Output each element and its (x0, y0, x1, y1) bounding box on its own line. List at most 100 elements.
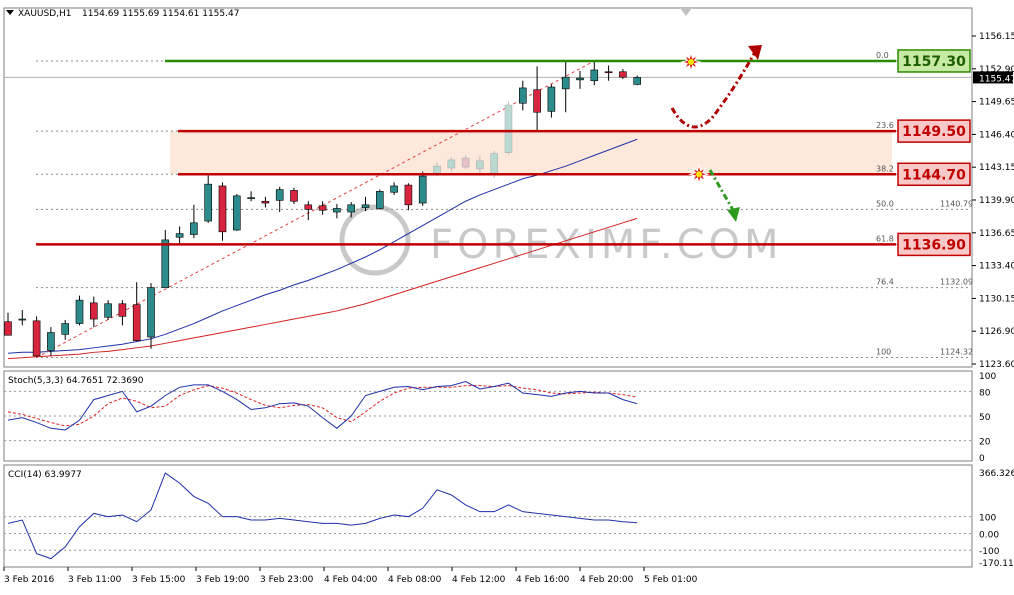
current-price-label: 1155.47 (979, 74, 1014, 84)
candle-body[interactable] (604, 71, 613, 74)
candle-body[interactable] (4, 321, 12, 336)
symbol-label: XAUUSD,H1 (18, 9, 72, 19)
candle-body[interactable] (147, 287, 155, 338)
candle-body[interactable] (233, 195, 241, 231)
candle-body[interactable] (61, 323, 70, 335)
cci-axis-label: 366.3268 (979, 469, 1014, 479)
candle-body[interactable] (533, 89, 541, 113)
price-axis-label: 1136.65 (979, 229, 1014, 239)
breakout-marker-high-core (688, 58, 694, 65)
ohlc-readout: 1154.69 1155.69 1154.61 1155.47 (82, 9, 239, 19)
level-label-text: 1144.70 (902, 167, 966, 183)
candle-body[interactable] (418, 175, 427, 204)
stoch-axis-label: 100 (979, 372, 996, 382)
candle-body[interactable] (361, 204, 370, 208)
price-axis-label: 1149.65 (979, 98, 1014, 108)
candle-body[interactable] (118, 303, 127, 317)
candle-body[interactable] (390, 185, 398, 193)
price-axis-label: 1146.40 (979, 130, 1014, 140)
time-axis-label: 3 Feb 19:00 (196, 575, 250, 585)
fib-ratio-label: 76.4 (876, 278, 894, 287)
candle-body[interactable] (32, 320, 41, 357)
candle-body[interactable] (90, 302, 98, 320)
candle-body[interactable] (633, 77, 642, 85)
fib-value-label: 1124.32 (940, 348, 973, 357)
chart-svg: 0.0 23.6 38.2 50.0 1140.79 61.8 76.4 1132.09 100… (0, 0, 1014, 591)
price-axis-label: 1133.40 (979, 262, 1014, 272)
candle-body[interactable] (290, 190, 298, 202)
candle-body[interactable] (161, 239, 170, 288)
support-zone (170, 131, 892, 175)
fib-ratio-label: 50.0 (876, 199, 894, 208)
cci-axis-label: -100 (979, 547, 1000, 557)
candle-body[interactable] (247, 197, 255, 199)
fib-value-label: 1132.09 (940, 278, 973, 287)
price-axis-label: 1143.15 (979, 163, 1014, 173)
candle-body[interactable] (104, 303, 112, 318)
candle-body[interactable] (261, 200, 270, 204)
cci-title: CCI(14) 63.9977 (8, 470, 82, 480)
candle-body[interactable] (461, 157, 470, 168)
breakout-marker-low-core (696, 171, 702, 178)
time-axis-label: 4 Feb 12:00 (452, 575, 506, 585)
stoch-title: Stoch(5,3,3) 64.7651 72.3690 (8, 376, 144, 386)
candle-body[interactable] (433, 165, 441, 174)
candle-body[interactable] (447, 159, 456, 169)
level-label-text: 1149.50 (902, 124, 966, 140)
cci-axis-label: 0.00 (979, 530, 999, 540)
candle-body[interactable] (547, 86, 556, 112)
cci-axis-label: 100 (979, 514, 996, 524)
time-axis-label: 5 Feb 01:00 (644, 575, 698, 585)
fib-ratio-label: 100 (876, 348, 891, 357)
time-axis-label: 3 Feb 11:00 (68, 575, 122, 585)
candle-body[interactable] (375, 191, 384, 209)
fib-ratio-label: 0.0 (876, 51, 889, 60)
price-axis-label: 1156.15 (979, 32, 1014, 42)
stoch-axis-label: 50 (979, 413, 991, 423)
candle-body[interactable] (490, 153, 499, 174)
time-axis-label: 4 Feb 16:00 (516, 575, 570, 585)
candle-body[interactable] (404, 184, 413, 206)
level-label-text: 1136.90 (902, 237, 966, 253)
stoch-axis-label: 80 (979, 388, 991, 398)
candle-body[interactable] (347, 204, 356, 213)
candle-body[interactable] (218, 185, 227, 233)
candle-body[interactable] (561, 76, 570, 90)
chart-window: 0.0 23.6 38.2 50.0 1140.79 61.8 76.4 1132.09 100… (0, 0, 1014, 591)
candle-body[interactable] (275, 189, 284, 201)
candle-body[interactable] (204, 183, 212, 222)
candle-body[interactable] (132, 304, 141, 341)
time-axis-label: 4 Feb 20:00 (580, 575, 634, 585)
stoch-axis-label: 20 (979, 438, 991, 448)
stoch-axis-label: 0 (979, 454, 985, 464)
time-axis-label: 4 Feb 08:00 (388, 575, 442, 585)
candle-body[interactable] (590, 69, 599, 82)
time-axis-label: 3 Feb 2016 (4, 575, 55, 585)
candle-body[interactable] (476, 160, 484, 170)
candle-body[interactable] (318, 205, 327, 211)
fib-value-label: 1140.79 (940, 199, 973, 208)
candle-body[interactable] (576, 77, 584, 81)
candle-body[interactable] (175, 233, 184, 238)
candle-body[interactable] (504, 104, 513, 153)
cci-axis-label: -170.1193 (979, 559, 1014, 569)
candle-body[interactable] (190, 222, 198, 235)
candle-body[interactable] (333, 208, 341, 213)
candle-body[interactable] (619, 71, 627, 78)
candle-body[interactable] (47, 332, 55, 351)
price-axis-label: 1130.15 (979, 294, 1014, 304)
candle-body[interactable] (304, 204, 313, 210)
time-axis-label: 3 Feb 23:00 (260, 575, 314, 585)
candle-body[interactable] (18, 318, 27, 321)
price-axis-label: 1123.60 (979, 360, 1014, 370)
candle-body[interactable] (75, 299, 84, 324)
fib-ratio-label: 61.8 (876, 234, 894, 243)
fib-ratio-label: 38.2 (876, 164, 894, 173)
time-axis-label: 4 Feb 04:00 (324, 575, 378, 585)
candle-body[interactable] (518, 87, 527, 104)
price-axis-label: 1126.90 (979, 327, 1014, 337)
level-label-text: 1157.30 (902, 54, 966, 70)
price-axis-label: 1139.90 (979, 196, 1014, 206)
time-axis-label: 3 Feb 15:00 (132, 575, 186, 585)
fib-ratio-label: 23.6 (876, 121, 894, 130)
